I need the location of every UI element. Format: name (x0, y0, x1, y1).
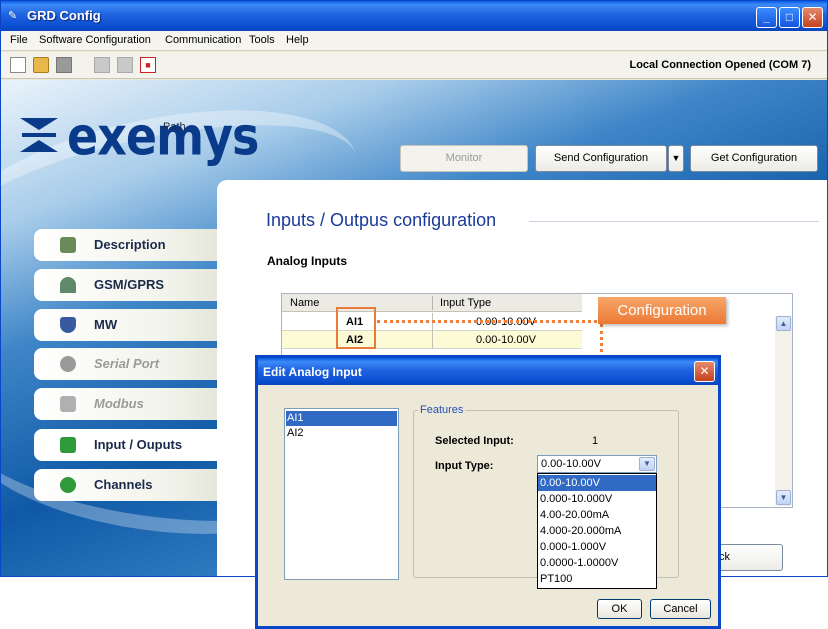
send-configuration-button[interactable]: Send Configuration (535, 145, 667, 172)
menu-file[interactable]: File (10, 34, 28, 46)
nav-item-input-outputs[interactable]: Input / Ouputs (34, 429, 224, 461)
highlight-annotation (336, 307, 376, 349)
nav-item-channels[interactable]: Channels (34, 469, 218, 501)
nav-item-mw[interactable]: MW (34, 309, 218, 341)
dropdown-option[interactable]: 0.0000-1.0000V (538, 555, 656, 571)
input-type-select-value: 0.00-10.00V (541, 458, 601, 470)
nav-item-label: GSM/GPRS (94, 277, 165, 292)
new-file-icon[interactable] (10, 57, 26, 73)
nav-item-label: MW (94, 317, 118, 332)
dropdown-option[interactable]: 4.000-20.000mA (538, 523, 656, 539)
close-button[interactable]: ✕ (802, 7, 823, 28)
signal-icon (60, 277, 76, 293)
table-scrollbar[interactable]: ▲ ▼ (775, 316, 792, 506)
dropdown-option[interactable]: 4.00-20.00mA (538, 507, 656, 523)
connection-status: Local Connection Opened (COM 7) (629, 59, 811, 71)
disconnect-icon[interactable]: ■ (140, 57, 156, 73)
nav-item-label: Description (94, 237, 166, 252)
nav-item-label: Channels (94, 477, 153, 492)
menu-bar: File Software Configuration Communicatio… (1, 31, 827, 51)
nav-item-label: Serial Port (94, 356, 160, 371)
page-title: Inputs / Outpus configuration (266, 210, 497, 230)
dropdown-option[interactable]: 0.00-10.00V (538, 475, 656, 491)
column-separator (432, 296, 433, 310)
path-label: Path (163, 121, 186, 133)
menu-help[interactable]: Help (286, 34, 309, 46)
dialog-close-button[interactable]: ✕ (694, 361, 715, 382)
exemys-logo-text: exemys (67, 105, 259, 168)
input-type-select[interactable]: 0.00-10.00V ▼ (537, 455, 657, 473)
monitor-button[interactable]: Monitor (400, 145, 528, 172)
settings-icon[interactable] (117, 57, 133, 73)
channels-icon (60, 477, 76, 493)
input-type-dropdown-list: 0.00-10.00V 0.000-10.000V 4.00-20.00mA 4… (537, 473, 657, 589)
input-listbox[interactable]: AI1 AI2 (284, 408, 399, 580)
list-item[interactable]: AI1 (286, 411, 397, 426)
nav-item-description[interactable]: Description (34, 229, 218, 261)
ok-button[interactable]: OK (597, 599, 642, 619)
document-check-icon (60, 237, 76, 253)
selected-input-label: Selected Input: (435, 435, 514, 447)
nav-item-gsm-gprs[interactable]: GSM/GPRS (34, 269, 218, 301)
save-icon[interactable] (56, 57, 72, 73)
nav-item-label: Input / Ouputs (94, 437, 183, 452)
callout-connector (377, 320, 597, 323)
send-options-dropdown[interactable]: ▼ (668, 145, 684, 172)
minimize-button[interactable]: _ (756, 7, 777, 28)
column-separator (432, 331, 433, 349)
menu-tools[interactable]: Tools (249, 34, 275, 46)
scroll-up-icon[interactable]: ▲ (776, 316, 791, 331)
scroll-down-icon[interactable]: ▼ (776, 490, 791, 505)
selected-input-value: 1 (592, 435, 599, 447)
nav-item-modbus[interactable]: Modbus (34, 388, 218, 420)
connect-icon[interactable] (94, 57, 110, 73)
shield-icon (60, 317, 76, 333)
row-input-type: 0.00-10.00V (476, 334, 536, 346)
table-header: Name Input Type (282, 294, 582, 312)
menu-software-configuration[interactable]: Software Configuration (39, 34, 151, 46)
serial-port-icon (60, 356, 76, 372)
cancel-button[interactable]: Cancel (650, 599, 711, 619)
table-row[interactable]: AI2 0.00-10.00V (282, 331, 582, 349)
column-header-name[interactable]: Name (290, 297, 319, 309)
configuration-callout: Configuration (598, 297, 726, 324)
nav-item-label: Modbus (94, 396, 144, 411)
features-legend: Features (418, 404, 466, 416)
nav-item-serial-port[interactable]: Serial Port (34, 348, 218, 380)
column-header-input-type[interactable]: Input Type (440, 297, 491, 309)
open-folder-icon[interactable] (33, 57, 49, 73)
dropdown-option[interactable]: PT100 (538, 571, 656, 587)
chevron-down-icon[interactable]: ▼ (639, 457, 655, 471)
section-title: Analog Inputs (267, 254, 347, 268)
window-title: GRD Config (27, 8, 101, 23)
input-type-label: Input Type: (435, 460, 494, 472)
app-icon: ✎ (8, 10, 18, 22)
arrows-exchange-icon (60, 437, 76, 453)
exemys-logo-mark (20, 118, 58, 152)
get-configuration-button[interactable]: Get Configuration (690, 145, 818, 172)
maximize-button[interactable]: □ (779, 7, 800, 28)
dialog-title: Edit Analog Input (263, 365, 362, 379)
title-bar: ✎ GRD Config _ □ ✕ (1, 1, 827, 31)
dropdown-option[interactable]: 0.000-1.000V (538, 539, 656, 555)
dropdown-option[interactable]: 0.000-10.000V (538, 491, 656, 507)
toolbar: ■ Local Connection Opened (COM 7) (1, 52, 827, 79)
dialog-title-bar: Edit Analog Input ✕ (258, 358, 718, 385)
edit-analog-input-dialog: Edit Analog Input ✕ AI1 AI2 Features Sel… (255, 355, 721, 629)
list-item[interactable]: AI2 (286, 426, 397, 441)
title-divider (529, 221, 819, 222)
modbus-icon (60, 396, 76, 412)
app-root: ✎ GRD Config _ □ ✕ File Software Configu… (0, 0, 828, 629)
menu-communication[interactable]: Communication (165, 34, 241, 46)
